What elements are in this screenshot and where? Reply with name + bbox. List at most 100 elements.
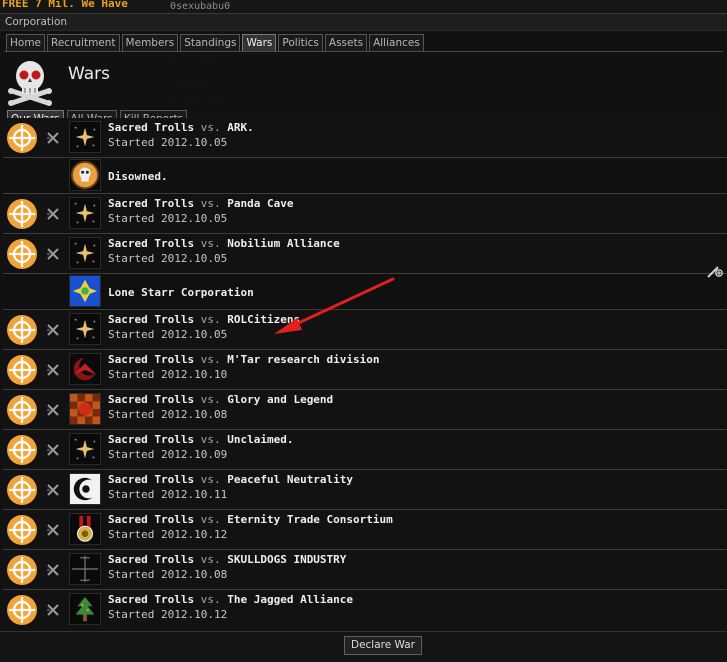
war-started: Started 2012.10.05 xyxy=(108,212,227,225)
defender-name[interactable]: Glory and Legend xyxy=(227,393,333,406)
started-date: 2012.10.08 xyxy=(160,568,228,581)
vs-label: vs. xyxy=(200,513,221,526)
tree-logo xyxy=(69,593,101,625)
war-title: Sacred Trolls vs. The Jagged Alliance xyxy=(108,593,353,606)
attacker-name[interactable]: Sacred Trolls xyxy=(108,473,194,486)
started-label: Started xyxy=(108,212,155,225)
vs-label: vs. xyxy=(200,353,221,366)
tab-alliances[interactable]: Alliances xyxy=(369,34,424,51)
crossed-swords-icon[interactable] xyxy=(45,362,61,378)
crossed-swords-icon[interactable] xyxy=(45,442,61,458)
background-promo-text: FREE 7 Mil. We Have xyxy=(2,0,128,10)
started-label: Started xyxy=(108,448,155,461)
attacker-name[interactable]: Sacred Trolls xyxy=(108,237,194,250)
attacker-name[interactable]: Sacred Trolls xyxy=(108,197,194,210)
war-row[interactable]: Sacred Trolls vs. Glory and Legend Starte… xyxy=(3,390,727,430)
defender-name[interactable]: Peaceful Neutrality xyxy=(227,473,353,486)
attacker-name[interactable]: Sacred Trolls xyxy=(108,553,194,566)
war-target-icon xyxy=(7,355,37,385)
crossed-swords-icon[interactable] xyxy=(45,522,61,538)
attacker-name[interactable]: Sacred Trolls xyxy=(108,593,194,606)
war-title: Sacred Trolls vs. SKULLDOGS INDUSTRY xyxy=(108,553,346,566)
vs-label: vs. xyxy=(200,121,221,134)
started-label: Started xyxy=(108,528,155,541)
star-logo xyxy=(69,313,101,345)
war-row[interactable]: Sacred Trolls vs. Unclaimed. Started 2012… xyxy=(3,430,727,470)
crossed-swords-icon[interactable] xyxy=(45,602,61,618)
started-date: 2012.10.05 xyxy=(160,212,228,225)
tab-recruitment[interactable]: Recruitment xyxy=(47,34,120,51)
moon-logo xyxy=(69,473,101,505)
war-target-icon xyxy=(7,239,37,269)
ally-name[interactable]: Lone Starr Corporation xyxy=(108,286,254,299)
war-started: Started 2012.10.10 xyxy=(108,368,227,381)
war-row[interactable]: Sacred Trolls vs. Eternity Trade Consort… xyxy=(3,510,727,550)
vs-label: vs. xyxy=(200,313,221,326)
started-label: Started xyxy=(108,252,155,265)
war-title: Sacred Trolls vs. Glory and Legend xyxy=(108,393,333,406)
vs-label: vs. xyxy=(200,433,221,446)
attacker-name[interactable]: Sacred Trolls xyxy=(108,433,194,446)
started-label: Started xyxy=(108,568,155,581)
ally-name[interactable]: Disowned. xyxy=(108,170,168,183)
crossed-swords-icon[interactable] xyxy=(45,402,61,418)
tab-assets[interactable]: Assets xyxy=(324,34,368,51)
attacker-name[interactable]: Sacred Trolls xyxy=(108,393,194,406)
crossed-swords-icon[interactable] xyxy=(45,246,61,262)
started-date: 2012.10.05 xyxy=(160,136,228,149)
tab-standings[interactable]: Standings xyxy=(180,34,241,51)
skull-crossbones-icon xyxy=(8,61,52,106)
war-target-icon xyxy=(7,123,37,153)
war-row[interactable]: Sacred Trolls vs. SKULLDOGS INDUSTRY Star… xyxy=(3,550,727,590)
attacker-name[interactable]: Sacred Trolls xyxy=(108,513,194,526)
crossed-swords-icon[interactable] xyxy=(45,322,61,338)
war-title: Sacred Trolls vs. M'Tar research divisio… xyxy=(108,353,380,366)
window-title[interactable]: Corporation xyxy=(0,14,727,31)
star-logo xyxy=(69,237,101,269)
tab-members[interactable]: Members xyxy=(121,34,179,51)
started-date: 2012.10.10 xyxy=(160,368,228,381)
tab-politics[interactable]: Politics xyxy=(278,34,323,51)
crossed-swords-icon[interactable] xyxy=(45,130,61,146)
ally-row[interactable]: Lone Starr Corporation xyxy=(3,274,727,310)
defender-name[interactable]: SKULLDOGS INDUSTRY xyxy=(227,553,346,566)
war-row[interactable]: Sacred Trolls vs. ROLCitizens Started 201… xyxy=(3,310,727,350)
add-ally-icon[interactable] xyxy=(706,261,724,279)
tab-wars[interactable]: Wars xyxy=(242,34,277,51)
war-row[interactable]: Sacred Trolls vs. M'Tar research divisio… xyxy=(3,350,727,390)
started-label: Started xyxy=(108,328,155,341)
crossed-swords-icon[interactable] xyxy=(45,482,61,498)
war-row[interactable]: Sacred Trolls vs. ARK. Started 2012.10.05 xyxy=(3,118,727,158)
war-title: Sacred Trolls vs. ROLCitizens xyxy=(108,313,300,326)
declare-war-button[interactable]: Declare War xyxy=(344,636,422,655)
blue-logo xyxy=(69,275,101,307)
started-date: 2012.10.12 xyxy=(160,608,228,621)
defender-name[interactable]: Panda Cave xyxy=(227,197,293,210)
started-date: 2012.10.08 xyxy=(160,408,228,421)
attacker-name[interactable]: Sacred Trolls xyxy=(108,313,194,326)
defender-name[interactable]: Eternity Trade Consortium xyxy=(227,513,393,526)
crossed-swords-icon[interactable] xyxy=(45,206,61,222)
defender-name[interactable]: ARK. xyxy=(227,121,254,134)
background-strip: FREE 7 Mil. We Have 0sexubabu0 xyxy=(0,0,727,13)
defender-name[interactable]: M'Tar research division xyxy=(227,353,379,366)
defender-name[interactable]: The Jagged Alliance xyxy=(227,593,353,606)
war-row[interactable]: Sacred Trolls vs. Nobilium Alliance Start… xyxy=(3,234,727,274)
war-started: Started 2012.10.05 xyxy=(108,136,227,149)
vs-label: vs. xyxy=(200,197,221,210)
war-row[interactable]: Sacred Trolls vs. The Jagged Alliance Sta… xyxy=(3,590,727,629)
tab-home[interactable]: Home xyxy=(6,34,46,51)
attacker-name[interactable]: Sacred Trolls xyxy=(108,121,194,134)
ally-row[interactable]: Disowned. xyxy=(3,158,727,194)
page-title: Wars xyxy=(68,64,110,84)
crossed-swords-icon[interactable] xyxy=(45,562,61,578)
defender-name[interactable]: Nobilium Alliance xyxy=(227,237,340,250)
war-started: Started 2012.10.11 xyxy=(108,488,227,501)
started-label: Started xyxy=(108,608,155,621)
defender-name[interactable]: ROLCitizens xyxy=(227,313,300,326)
started-label: Started xyxy=(108,408,155,421)
war-row[interactable]: Sacred Trolls vs. Panda Cave Started 2012… xyxy=(3,194,727,234)
attacker-name[interactable]: Sacred Trolls xyxy=(108,353,194,366)
defender-name[interactable]: Unclaimed. xyxy=(227,433,293,446)
war-row[interactable]: Sacred Trolls vs. Peaceful Neutrality Sta… xyxy=(3,470,727,510)
